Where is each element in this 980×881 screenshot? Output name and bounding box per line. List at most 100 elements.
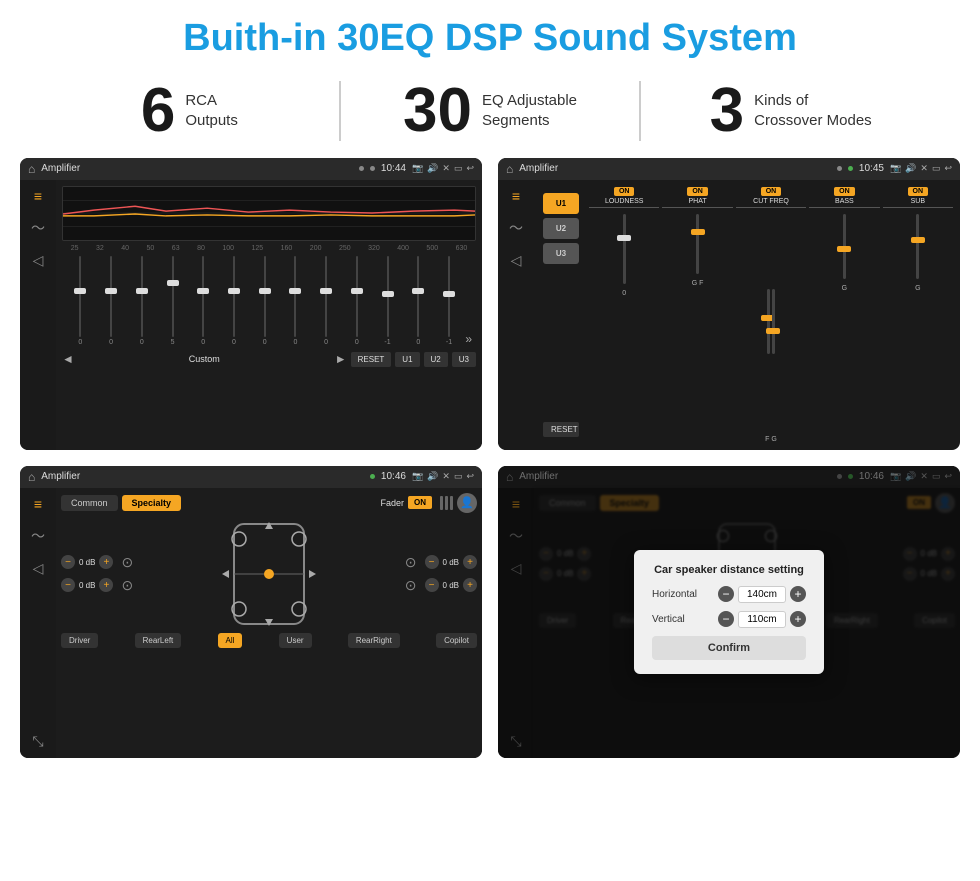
- expand-icon[interactable]: »: [465, 332, 472, 346]
- slider-1[interactable]: 0: [66, 256, 95, 346]
- speaker-icon-3[interactable]: ◁: [33, 560, 44, 577]
- btn-driver[interactable]: Driver: [61, 633, 98, 648]
- vol-plus-1[interactable]: +: [99, 555, 113, 569]
- u1-btn[interactable]: U1: [395, 352, 419, 367]
- dialog-vertical-stepper[interactable]: − 110cm +: [718, 611, 806, 628]
- u2-btn[interactable]: U2: [424, 352, 448, 367]
- vol-minus-3[interactable]: −: [425, 555, 439, 569]
- slider-2[interactable]: 0: [97, 256, 126, 346]
- ctrl-cutfreq: ON CUT FREQ F G: [736, 187, 806, 443]
- stat-number-crossover: 3: [710, 80, 744, 142]
- slider-13[interactable]: -1: [435, 256, 464, 346]
- eq-sliders: 0 0 0 5 0 0 0 0 0 0 -1 0 -1 »: [62, 256, 476, 346]
- sub-slider[interactable]: [916, 214, 919, 279]
- u3-btn[interactable]: U3: [452, 352, 476, 367]
- amp-reset-btn[interactable]: RESET: [543, 422, 579, 437]
- tab-common[interactable]: Common: [61, 495, 118, 511]
- eq-freq-labels: 2532 4050 6380 100125 160200 250320 4005…: [62, 245, 476, 252]
- btn-user[interactable]: User: [279, 633, 312, 648]
- slider-7[interactable]: 0: [250, 256, 279, 346]
- screen1-time: 10:44: [381, 163, 406, 174]
- amp-controls-grid: ON LOUDNESS 0 ON PHAT: [587, 185, 955, 445]
- btn-rearleft[interactable]: RearLeft: [135, 633, 182, 648]
- sub-on[interactable]: ON: [908, 187, 929, 196]
- home-icon-2[interactable]: ⌂: [506, 162, 513, 176]
- stat-label-crossover: Kinds of Crossover Modes: [754, 91, 872, 130]
- vol-val-4: 0 dB: [443, 581, 459, 590]
- prev-btn[interactable]: ◄: [62, 352, 74, 366]
- slider-4[interactable]: 5: [158, 256, 187, 346]
- status-bar-3: ⌂ Amplifier 10:46 📷 🔊 ✕ ▭ ↩: [20, 466, 482, 488]
- slider-3[interactable]: 0: [127, 256, 156, 346]
- preset-u1[interactable]: U1: [543, 193, 579, 214]
- vol-plus-3[interactable]: +: [463, 555, 477, 569]
- screen2-main: U1 U2 U3 RESET ON LOUDNESS 0: [534, 180, 960, 450]
- phat-slider[interactable]: [696, 214, 699, 274]
- slider-10[interactable]: 0: [342, 256, 371, 346]
- wave-icon-2[interactable]: 〜: [509, 218, 523, 238]
- horizontal-minus-btn[interactable]: −: [718, 586, 734, 602]
- back-icon[interactable]: ↩: [466, 163, 474, 174]
- wave-icon-3[interactable]: 〜: [31, 526, 45, 546]
- screen3-sidebar: ≡ 〜 ◁ ⤡: [20, 488, 56, 758]
- btn-copilot[interactable]: Copilot: [436, 633, 477, 648]
- phat-on[interactable]: ON: [687, 187, 708, 196]
- eq-icon[interactable]: ≡: [34, 188, 42, 204]
- home-icon-3[interactable]: ⌂: [28, 470, 35, 484]
- vol-plus-4[interactable]: +: [463, 578, 477, 592]
- preset-u2[interactable]: U2: [543, 218, 579, 239]
- vol-minus-1[interactable]: −: [61, 555, 75, 569]
- confirm-button[interactable]: Confirm: [652, 636, 806, 660]
- stat-label-rca: RCA Outputs: [185, 91, 238, 130]
- slider-8[interactable]: 0: [281, 256, 310, 346]
- vertical-plus-btn[interactable]: +: [790, 611, 806, 627]
- slider-9[interactable]: 0: [312, 256, 341, 346]
- vol-minus-4[interactable]: −: [425, 578, 439, 592]
- fader-body: − 0 dB + ⊙ − 0 dB + ⊙: [61, 519, 477, 629]
- back-icon-3[interactable]: ↩: [466, 471, 474, 482]
- cutfreq-slider-f[interactable]: [767, 289, 770, 354]
- volume-icon-2: 🔊: [905, 163, 916, 174]
- vertical-minus-btn[interactable]: −: [718, 611, 734, 627]
- cutfreq-on[interactable]: ON: [761, 187, 782, 196]
- phat-label: PHAT: [689, 198, 707, 205]
- home-icon[interactable]: ⌂: [28, 162, 35, 176]
- bass-on[interactable]: ON: [834, 187, 855, 196]
- screens-grid: ⌂ Amplifier 10:44 📷 🔊 ✕ ▭ ↩ ≡ 〜 ◁: [0, 158, 980, 758]
- reset-btn[interactable]: RESET: [351, 352, 392, 367]
- loudness-on[interactable]: ON: [614, 187, 635, 196]
- preset-u3[interactable]: U3: [543, 243, 579, 264]
- speaker-diagram: [139, 519, 399, 629]
- tab-specialty[interactable]: Specialty: [122, 495, 182, 511]
- slider-12[interactable]: 0: [404, 256, 433, 346]
- dialog-overlay: Car speaker distance setting Horizontal …: [498, 466, 960, 758]
- eq-icon-3[interactable]: ≡: [34, 496, 42, 512]
- dialog-horizontal-stepper[interactable]: − 140cm +: [718, 586, 806, 603]
- btn-all[interactable]: All: [218, 633, 243, 648]
- horizontal-plus-btn[interactable]: +: [790, 586, 806, 602]
- slider-6[interactable]: 0: [220, 256, 249, 346]
- bass-slider[interactable]: [843, 214, 846, 279]
- cutfreq-slider-g[interactable]: [772, 289, 775, 354]
- x-icon-3: ✕: [442, 471, 450, 482]
- btn-rearright[interactable]: RearRight: [348, 633, 400, 648]
- speaker-icon-2[interactable]: ◁: [511, 252, 522, 269]
- user-icon[interactable]: 👤: [457, 493, 477, 513]
- ctrl-sub: ON SUB G: [883, 187, 953, 443]
- vol-row-2: − 0 dB + ⊙: [61, 577, 133, 594]
- fader-label: Fader: [380, 498, 404, 508]
- loudness-slider[interactable]: [623, 214, 626, 284]
- wave-icon[interactable]: 〜: [31, 218, 45, 238]
- loudness-label: LOUDNESS: [605, 198, 644, 205]
- fader-on-btn[interactable]: ON: [408, 496, 432, 509]
- expand-icon-3[interactable]: ⤡: [32, 733, 43, 750]
- next-btn[interactable]: ►: [335, 352, 347, 366]
- eq-icon-2[interactable]: ≡: [512, 188, 520, 204]
- screen3-main: Common Specialty Fader ON 👤: [56, 488, 482, 758]
- back-icon-2[interactable]: ↩: [944, 163, 952, 174]
- slider-5[interactable]: 0: [189, 256, 218, 346]
- speaker-icon[interactable]: ◁: [33, 252, 44, 269]
- vol-plus-2[interactable]: +: [99, 578, 113, 592]
- vol-minus-2[interactable]: −: [61, 578, 75, 592]
- slider-11[interactable]: -1: [373, 256, 402, 346]
